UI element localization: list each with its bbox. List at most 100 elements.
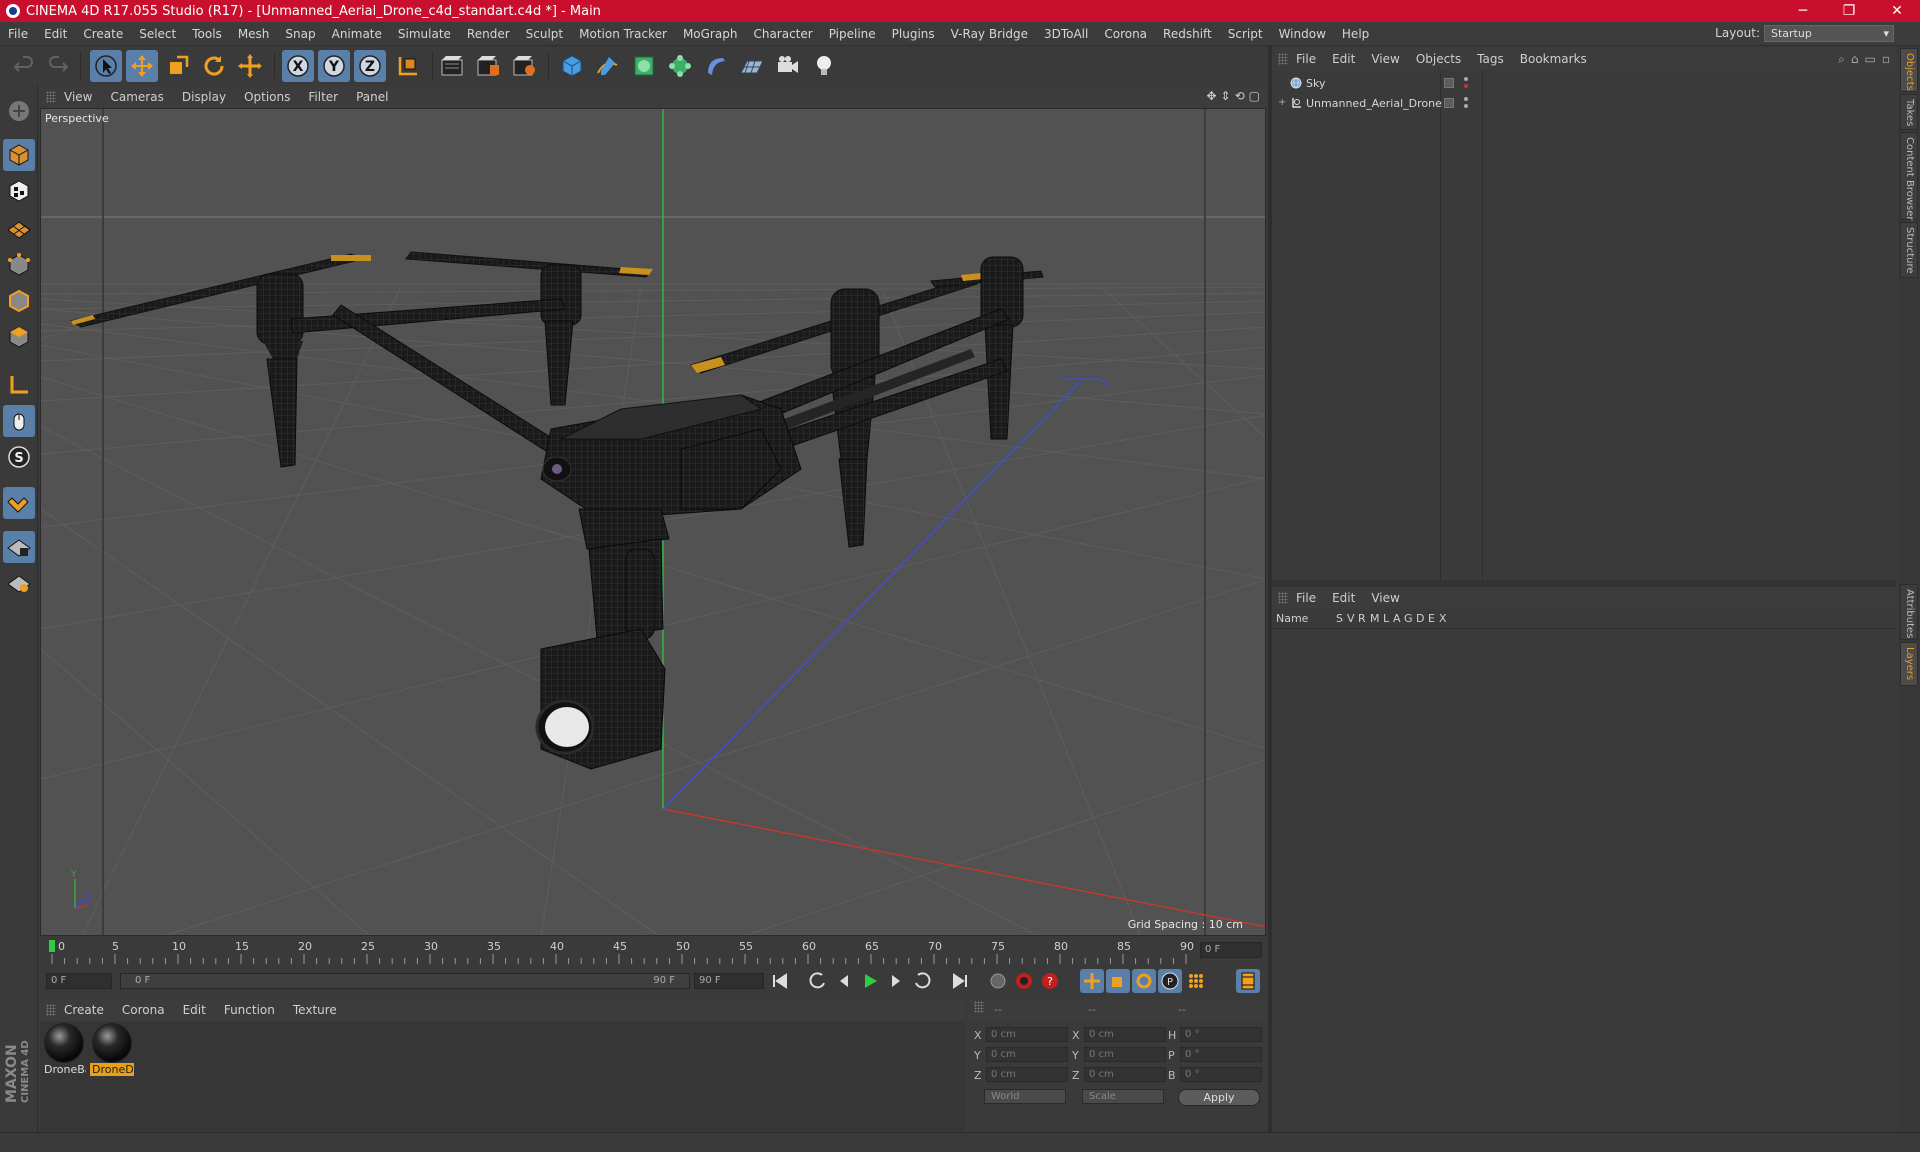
home-icon[interactable]: ⌂ xyxy=(1851,52,1859,67)
minimize-button[interactable]: ─ xyxy=(1780,0,1826,22)
om-menu-objects[interactable]: Objects xyxy=(1416,52,1477,66)
menu-tools[interactable]: Tools xyxy=(184,27,230,41)
workplane-lock-icon[interactable] xyxy=(3,531,35,563)
column-header[interactable]: D xyxy=(1416,612,1424,625)
viewport-menu-panel[interactable]: Panel xyxy=(356,90,400,104)
spline-pen-icon[interactable] xyxy=(592,50,624,82)
om-menu-file[interactable]: File xyxy=(1296,52,1332,66)
material-menu-corona[interactable]: Corona xyxy=(122,1003,183,1017)
column-header[interactable]: V xyxy=(1347,612,1355,625)
menu-pipeline[interactable]: Pipeline xyxy=(821,27,884,41)
om-menu-view[interactable]: View xyxy=(1371,52,1415,66)
om-menu-edit[interactable]: Edit xyxy=(1332,52,1371,66)
material-swatch[interactable]: DroneBa xyxy=(42,1023,86,1076)
go-to-end-icon[interactable] xyxy=(948,969,972,993)
column-header[interactable]: X xyxy=(1439,612,1447,625)
panel-grip-icon[interactable] xyxy=(46,91,56,103)
polygons-mode-icon[interactable] xyxy=(3,321,35,353)
search-icon[interactable]: ⌕ xyxy=(1838,52,1845,67)
column-header[interactable]: G xyxy=(1404,612,1413,625)
viewport-maximize-icon[interactable]: ▢ xyxy=(1249,89,1260,103)
go-to-start-icon[interactable] xyxy=(768,969,792,993)
viewport-rotate-icon[interactable]: ⟲ xyxy=(1235,89,1245,103)
key-parameter-icon[interactable]: P xyxy=(1158,969,1182,993)
make-editable-icon[interactable] xyxy=(3,95,35,127)
quantize-icon[interactable] xyxy=(3,567,35,599)
tab-content-browser[interactable]: Content Browser xyxy=(1900,132,1918,220)
render-visibility-dot[interactable] xyxy=(1464,104,1468,108)
rot-h-field[interactable]: 0 ° xyxy=(1180,1027,1262,1042)
layout-dropdown[interactable]: Startup xyxy=(1764,25,1894,42)
column-header[interactable]: L xyxy=(1383,612,1389,625)
move-tool-icon[interactable] xyxy=(126,50,158,82)
menu-snap[interactable]: Snap xyxy=(277,27,323,41)
material-menu-function[interactable]: Function xyxy=(224,1003,293,1017)
edges-mode-icon[interactable] xyxy=(3,285,35,317)
viewport-camera-label[interactable]: Perspective xyxy=(45,112,109,125)
key-rotation-icon[interactable] xyxy=(1132,969,1156,993)
menu-create[interactable]: Create xyxy=(75,27,131,41)
new-window-icon[interactable]: ▭ xyxy=(1865,52,1876,67)
menu-3dtoall[interactable]: 3DToAll xyxy=(1036,27,1096,41)
previous-key-icon[interactable] xyxy=(806,969,830,993)
axis-mode-icon[interactable] xyxy=(3,369,35,401)
render-settings-icon[interactable] xyxy=(508,50,540,82)
panel-options-icon[interactable]: ▫ xyxy=(1882,52,1890,67)
menu-plugins[interactable]: Plugins xyxy=(884,27,943,41)
key-scale-icon[interactable] xyxy=(1106,969,1130,993)
viewport-menu-cameras[interactable]: Cameras xyxy=(110,90,175,104)
material-menu-edit[interactable]: Edit xyxy=(183,1003,224,1017)
panel-grip-icon[interactable] xyxy=(1278,53,1288,65)
lm-menu-file[interactable]: File xyxy=(1296,591,1332,605)
x-axis-lock-icon[interactable]: X xyxy=(282,50,314,82)
om-menu-bookmarks[interactable]: Bookmarks xyxy=(1520,52,1603,66)
viewport-zoom-icon[interactable]: ⇕ xyxy=(1221,89,1231,103)
column-header[interactable]: A xyxy=(1393,612,1401,625)
deformer-icon[interactable] xyxy=(700,50,732,82)
tweak-mode-icon[interactable] xyxy=(3,405,35,437)
menu-character[interactable]: Character xyxy=(745,27,820,41)
points-mode-icon[interactable] xyxy=(3,249,35,281)
menu-sculpt[interactable]: Sculpt xyxy=(518,27,571,41)
material-menu-create[interactable]: Create xyxy=(64,1003,122,1017)
playhead-marker[interactable] xyxy=(49,940,55,952)
model-mode-icon[interactable] xyxy=(3,139,35,171)
end-frame-field[interactable]: 90 F xyxy=(694,973,764,989)
live-selection-icon[interactable] xyxy=(90,50,122,82)
texture-mode-icon[interactable] xyxy=(3,175,35,207)
apply-button[interactable]: Apply xyxy=(1178,1089,1260,1106)
menu-render[interactable]: Render xyxy=(459,27,518,41)
column-header[interactable]: Name xyxy=(1276,612,1308,625)
tab-structure[interactable]: Structure xyxy=(1900,222,1918,278)
rotate-tool-icon[interactable] xyxy=(198,50,230,82)
tab-objects[interactable]: Objects xyxy=(1900,48,1918,92)
menu-vray-bridge[interactable]: V-Ray Bridge xyxy=(943,27,1036,41)
timeline-ruler[interactable]: 0 5 10 15 20 25 30 35 40 45 50 55 60 65 … xyxy=(40,936,1266,966)
tab-takes[interactable]: Takes xyxy=(1900,94,1918,130)
viewport-menu-options[interactable]: Options xyxy=(244,90,302,104)
recent-tool-icon[interactable] xyxy=(234,50,266,82)
timeline-window-icon[interactable] xyxy=(1236,969,1260,993)
menu-corona[interactable]: Corona xyxy=(1096,27,1155,41)
menu-mesh[interactable]: Mesh xyxy=(230,27,278,41)
menu-animate[interactable]: Animate xyxy=(324,27,390,41)
layer-flag-icon[interactable] xyxy=(1444,78,1454,88)
scale-tool-icon[interactable] xyxy=(162,50,194,82)
material-swatch-selected[interactable]: DroneD xyxy=(90,1023,134,1076)
coordinate-space-dropdown[interactable]: World xyxy=(984,1089,1066,1104)
size-y-field[interactable]: 0 cm xyxy=(1084,1047,1166,1062)
editor-visibility-dot[interactable] xyxy=(1464,77,1468,81)
column-header[interactable]: M xyxy=(1370,612,1380,625)
cloner-icon[interactable] xyxy=(664,50,696,82)
viewport-pan-icon[interactable]: ✥ xyxy=(1206,89,1216,103)
next-frame-icon[interactable] xyxy=(884,969,908,993)
material-menu-texture[interactable]: Texture xyxy=(293,1003,355,1017)
panel-divider[interactable] xyxy=(1272,580,1896,587)
menu-script[interactable]: Script xyxy=(1220,27,1271,41)
redo-icon[interactable] xyxy=(42,50,74,82)
menu-select[interactable]: Select xyxy=(131,27,184,41)
viewport-menu-filter[interactable]: Filter xyxy=(308,90,350,104)
lm-menu-edit[interactable]: Edit xyxy=(1332,591,1371,605)
menu-redshift[interactable]: Redshift xyxy=(1155,27,1220,41)
menu-help[interactable]: Help xyxy=(1334,27,1377,41)
